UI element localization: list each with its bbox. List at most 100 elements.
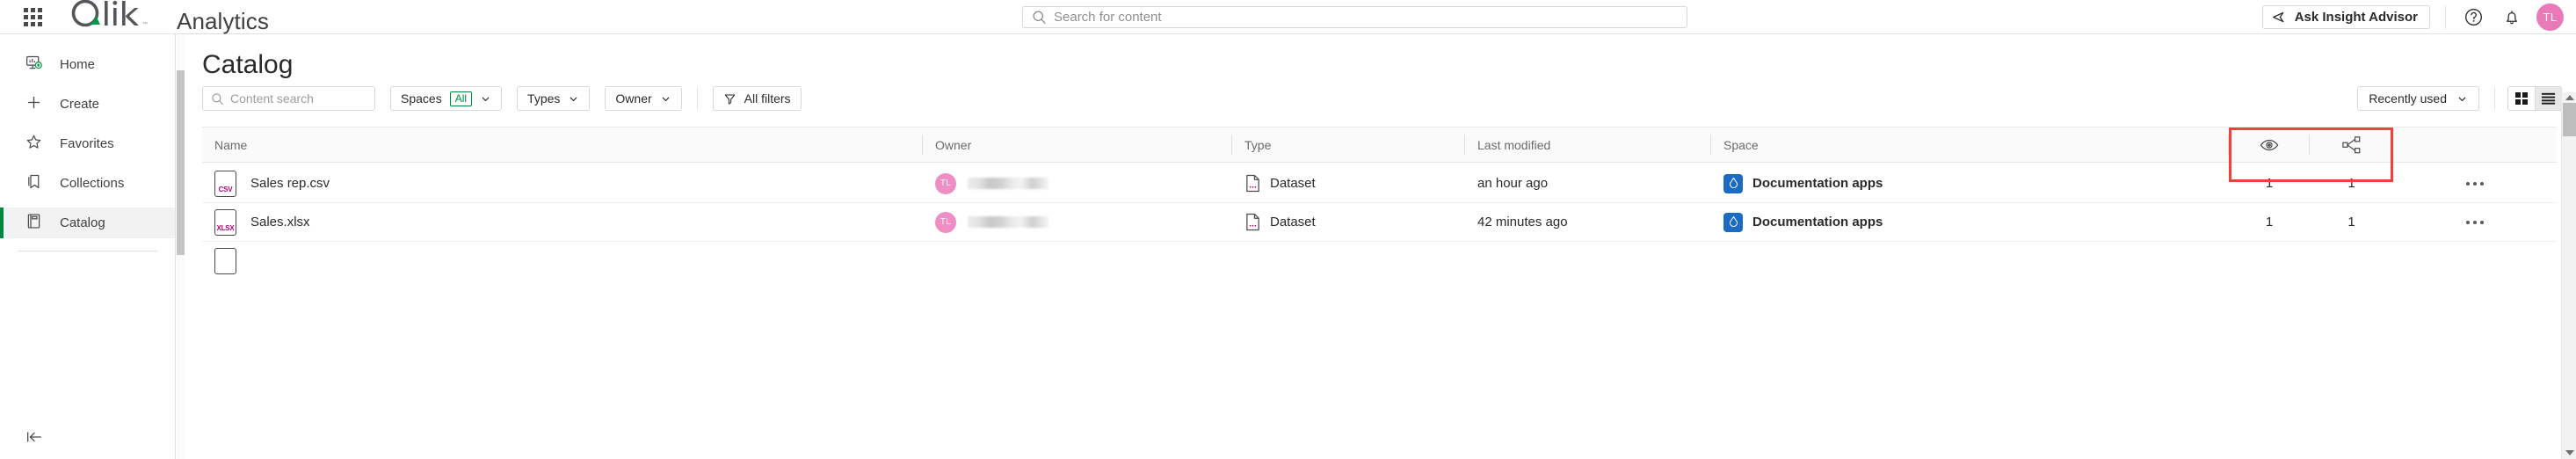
spaces-filter-badge: All [449, 91, 473, 106]
global-search-input[interactable] [1054, 10, 1687, 25]
cell-last-modified: an hour ago [1477, 176, 1549, 191]
cell-views: 1 [2265, 215, 2274, 230]
content-search[interactable] [202, 86, 389, 111]
table-scrollbar[interactable] [2561, 92, 2576, 459]
table-scrollbar-thumb[interactable] [2563, 103, 2576, 136]
scroll-up-arrow[interactable] [2565, 95, 2574, 100]
sidebar-item-collections[interactable]: Collections [0, 168, 175, 199]
content-search-input[interactable] [230, 91, 389, 106]
column-header-owner[interactable]: Owner [923, 127, 1232, 163]
insight-sparkle-icon [2272, 11, 2284, 23]
grid-view-button[interactable] [2507, 86, 2535, 111]
chevron-down-icon [662, 97, 669, 101]
plus-icon [25, 93, 43, 116]
panel-scrollbar[interactable] [177, 35, 185, 459]
column-header-lineage[interactable] [2310, 127, 2393, 163]
sidebar-item-label: Home [60, 57, 96, 72]
sidebar-item-label: Favorites [60, 136, 114, 151]
search-icon [1032, 10, 1047, 25]
bell-icon[interactable] [2500, 5, 2524, 30]
column-header-actions [2393, 127, 2557, 163]
spaces-filter-button[interactable]: Spaces All [390, 86, 503, 111]
sidebar: Home Create Favorites Collections Catalo… [0, 34, 176, 459]
sidebar-item-label: Create [60, 97, 100, 112]
cell-space[interactable]: Documentation apps [1711, 203, 2229, 242]
grid-view-icon [2515, 92, 2528, 105]
global-search[interactable] [1022, 6, 1687, 28]
chevron-down-icon [482, 97, 490, 101]
sidebar-item-label: Collections [60, 176, 125, 191]
column-header-space[interactable]: Space [1711, 127, 2229, 163]
owner-filter-button[interactable]: Owner [605, 86, 682, 111]
owner-avatar: TL [935, 172, 956, 194]
panel-scrollbar-thumb[interactable] [177, 70, 185, 255]
types-filter-button[interactable]: Types [517, 86, 591, 111]
all-filters-label: All filters [744, 91, 791, 106]
sidebar-item-home[interactable]: Home [0, 49, 175, 80]
search-icon [211, 92, 224, 106]
cell-lineage: 1 [2347, 215, 2355, 230]
bookmark-icon [25, 172, 43, 195]
file-name: Sales rep.csv [250, 176, 330, 191]
all-filters-button[interactable]: All filters [712, 86, 802, 111]
view-toggle-group [2507, 86, 2562, 111]
cell-lineage: 1 [2347, 176, 2355, 191]
help-circle-icon[interactable] [2461, 5, 2485, 30]
owner-name-redacted [968, 178, 1049, 189]
owner-name-redacted [968, 216, 1049, 228]
ask-insight-advisor-label: Ask Insight Advisor [2294, 10, 2418, 25]
ask-insight-advisor-button[interactable]: Ask Insight Advisor [2261, 5, 2430, 29]
sidebar-item-catalog[interactable]: Catalog [0, 208, 175, 238]
catalog-toolbar: Spaces All Types Owner All filters [202, 84, 2562, 113]
cell-type: Dataset [1232, 203, 1465, 242]
cell-actions[interactable] [2393, 203, 2557, 242]
cell-owner: TL [923, 164, 1232, 203]
top-header: ™ Analytics Ask Insight Advisor [0, 0, 2576, 34]
chevron-down-icon [2458, 97, 2466, 101]
sort-dropdown[interactable]: Recently used [2357, 86, 2479, 111]
xlsx-file-icon: XLSX [214, 208, 236, 236]
toolbar-right: Recently used [2357, 86, 2562, 111]
table-row[interactable]: CSV Sales rep.csv TL Dataset an hour ago [202, 164, 2557, 203]
space-icon [1723, 212, 1743, 232]
type-label: Dataset [1270, 215, 1316, 230]
column-header-last-modified[interactable]: Last modified [1465, 127, 1711, 163]
table-header-row: Name Owner Type Last modified Space [202, 127, 2557, 182]
header-actions: Ask Insight Advisor TL [2261, 0, 2576, 34]
file-extension-label: CSV [218, 185, 233, 193]
file-name: Sales.xlsx [250, 215, 310, 230]
csv-file-icon: CSV [214, 170, 236, 197]
cell-name[interactable]: XLSX Sales.xlsx [202, 203, 923, 242]
main-content: Catalog Spaces All Types Owner [185, 34, 2576, 459]
space-icon [1723, 173, 1743, 193]
collapse-sidebar-icon[interactable] [25, 427, 44, 447]
space-name: Documentation apps [1752, 215, 1883, 230]
owner-avatar: TL [935, 211, 956, 233]
row-menu-icon[interactable] [2466, 181, 2484, 186]
cell-actions[interactable] [2393, 164, 2557, 203]
qlik-logo[interactable]: ™ Analytics [69, 0, 269, 35]
dataset-icon [1246, 213, 1259, 231]
avatar[interactable]: TL [2536, 4, 2564, 31]
column-header-type[interactable]: Type [1232, 127, 1465, 163]
sidebar-item-favorites[interactable]: Favorites [0, 128, 175, 159]
cell-name[interactable] [202, 242, 923, 280]
funnel-icon [724, 93, 735, 105]
row-menu-icon[interactable] [2466, 220, 2484, 224]
owner-filter-label: Owner [615, 91, 652, 106]
sidebar-item-create[interactable]: Create [0, 89, 175, 120]
cell-views: 1 [2265, 176, 2274, 191]
cell-space[interactable]: Documentation apps [1711, 164, 2229, 203]
cell-name[interactable]: CSV Sales rep.csv [202, 164, 923, 203]
column-header-views[interactable] [2229, 127, 2310, 163]
table-row[interactable]: XLSX Sales.xlsx TL Dataset 42 minutes ag… [202, 203, 2557, 242]
scroll-down-arrow[interactable] [2565, 450, 2574, 455]
column-header-name[interactable]: Name [202, 127, 923, 163]
cell-last-modified: 42 minutes ago [1477, 215, 1568, 230]
list-view-button[interactable] [2535, 86, 2562, 111]
table-row[interactable] [202, 242, 2557, 280]
file-extension-label: XLSX [216, 223, 235, 232]
app-launcher-icon[interactable] [16, 0, 49, 34]
toolbar-divider [2494, 88, 2495, 109]
types-filter-label: Types [527, 91, 561, 106]
